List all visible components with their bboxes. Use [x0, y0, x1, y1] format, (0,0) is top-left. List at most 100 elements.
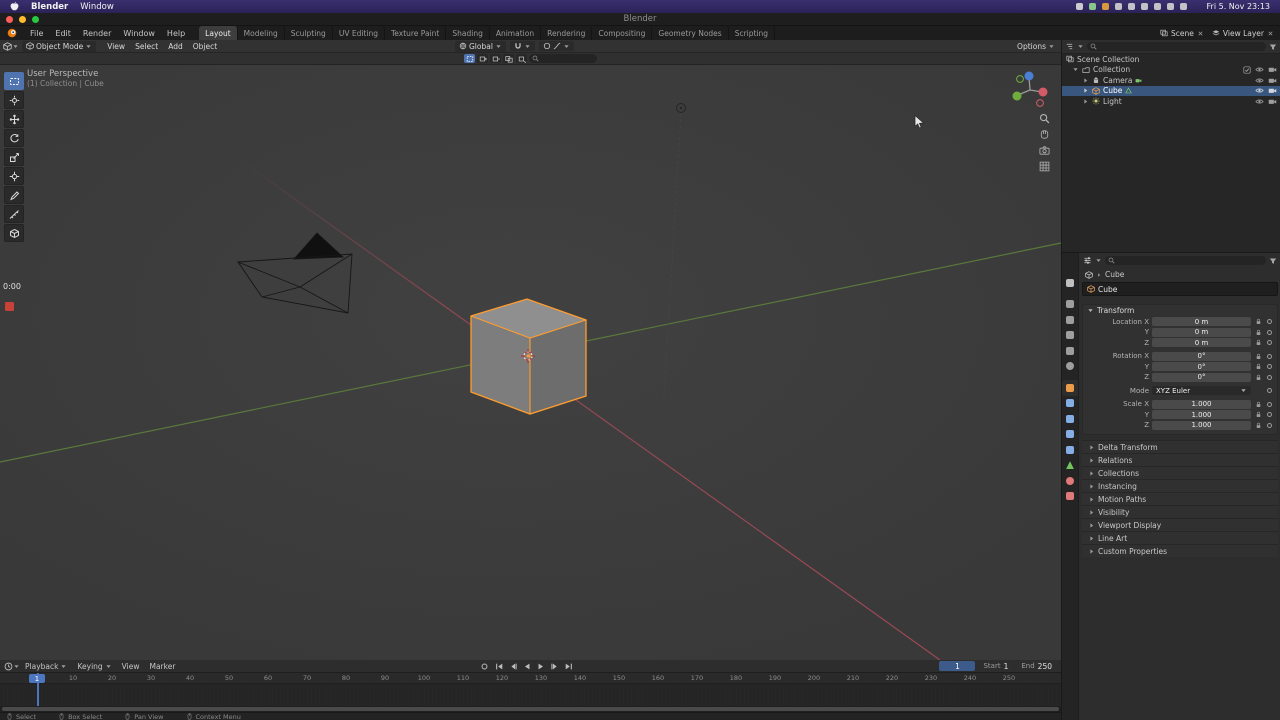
animate-decorator[interactable]: [1266, 401, 1273, 407]
properties-tab[interactable]: [1062, 473, 1078, 489]
workspace-tab[interactable]: Scripting: [729, 26, 776, 40]
field-value[interactable]: 0 m: [1152, 338, 1251, 348]
properties-tab[interactable]: [1062, 343, 1078, 359]
disable-render-icon[interactable]: [1268, 65, 1277, 74]
menubar-status-icon[interactable]: [1140, 3, 1148, 10]
tool-scale[interactable]: [4, 148, 24, 166]
macos-clock[interactable]: Fri 5. Nov 23:13: [1207, 2, 1270, 11]
field-value[interactable]: 1.000: [1152, 399, 1251, 409]
proportional-editing-toggle[interactable]: [538, 41, 574, 51]
chevron-right-icon[interactable]: [1082, 98, 1089, 105]
tool-box-select[interactable]: [4, 72, 24, 90]
zoom-icon[interactable]: [1039, 113, 1050, 124]
field-value[interactable]: 1.000: [1152, 410, 1251, 420]
panel-header[interactable]: Line Art: [1082, 531, 1278, 544]
outliner-search-input[interactable]: [1087, 42, 1266, 51]
navigation-gizmo[interactable]: [1006, 66, 1054, 114]
workspace-tab[interactable]: Sculpting: [285, 26, 333, 40]
disable-render-icon[interactable]: [1268, 76, 1277, 85]
jump-to-end-button[interactable]: [562, 661, 575, 672]
tool-rotate[interactable]: [4, 129, 24, 147]
lock-icon[interactable]: [1254, 363, 1263, 370]
disable-render-icon[interactable]: [1268, 97, 1277, 106]
camera-object[interactable]: [237, 232, 353, 314]
workspace-tab[interactable]: Modeling: [238, 26, 285, 40]
properties-tab[interactable]: [1062, 359, 1078, 375]
outliner-row-cube[interactable]: Cube: [1062, 85, 1280, 96]
hide-eye-icon[interactable]: [1255, 76, 1264, 85]
macos-app-menu[interactable]: Blender: [31, 2, 68, 12]
workspace-tab[interactable]: Texture Paint: [385, 26, 447, 40]
lock-icon[interactable]: [1254, 339, 1263, 346]
properties-editor-icon[interactable]: [1083, 256, 1092, 265]
menubar-status-icon[interactable]: [1179, 3, 1187, 10]
tool-transform[interactable]: [4, 167, 24, 185]
animate-decorator[interactable]: [1266, 364, 1273, 370]
properties-tab[interactable]: [1062, 442, 1078, 458]
menubar-status-icon[interactable]: [1127, 3, 1135, 10]
lock-icon[interactable]: [1254, 353, 1263, 360]
lock-icon[interactable]: [1254, 411, 1263, 418]
lock-icon[interactable]: [1254, 318, 1263, 325]
timeline-track[interactable]: [0, 684, 1061, 706]
menubar-status-icon[interactable]: [1153, 3, 1161, 10]
lock-icon[interactable]: [1254, 329, 1263, 336]
animate-decorator[interactable]: [1266, 340, 1273, 346]
blender-logo-menu[interactable]: [0, 26, 24, 40]
gizmo-x-axis[interactable]: [1038, 87, 1048, 97]
menu-item[interactable]: View: [102, 42, 130, 51]
menu-item[interactable]: Window: [117, 26, 161, 40]
properties-tab[interactable]: [1062, 380, 1078, 396]
panel-header[interactable]: Motion Paths: [1082, 492, 1278, 505]
view-layer-selector[interactable]: View Layer: [1212, 29, 1274, 38]
current-frame-field[interactable]: 1: [939, 661, 976, 671]
animate-decorator[interactable]: [1266, 353, 1273, 359]
menubar-status-icon[interactable]: [1166, 3, 1174, 10]
select-extend-button[interactable]: [477, 54, 488, 63]
properties-tab[interactable]: [1062, 275, 1078, 291]
menubar-status-icon[interactable]: [1114, 3, 1122, 10]
select-subtract-button[interactable]: [490, 54, 501, 63]
timeline-editor-icon[interactable]: [4, 662, 13, 671]
field-value[interactable]: 0 m: [1152, 327, 1251, 337]
macos-window-menu[interactable]: Window: [80, 2, 114, 12]
workspace-tab[interactable]: Geometry Nodes: [652, 26, 729, 40]
properties-tab[interactable]: [1062, 489, 1078, 505]
select-intersect-button[interactable]: [516, 54, 527, 63]
animate-decorator[interactable]: [1266, 388, 1273, 394]
mode-selector[interactable]: Object Mode: [22, 40, 97, 52]
field-value[interactable]: 1.000: [1152, 420, 1251, 430]
lock-icon[interactable]: [1254, 401, 1263, 408]
menu-item[interactable]: Render: [77, 26, 117, 40]
animate-decorator[interactable]: [1266, 319, 1273, 325]
gizmo-axis-negative[interactable]: [1016, 75, 1024, 83]
outliner-row-collection[interactable]: Collection: [1062, 65, 1280, 76]
auto-key-button[interactable]: [478, 661, 491, 672]
animate-decorator[interactable]: [1266, 374, 1273, 380]
gizmo-y-axis[interactable]: [1012, 91, 1022, 101]
panel-header[interactable]: Delta Transform: [1082, 440, 1278, 453]
tool-measure[interactable]: [4, 205, 24, 223]
tool-move[interactable]: [4, 110, 24, 128]
snapping-toggle[interactable]: [509, 41, 535, 51]
apple-menu[interactable]: [10, 1, 19, 12]
panel-header[interactable]: Relations: [1082, 453, 1278, 466]
menu-item[interactable]: Select: [130, 42, 163, 51]
animate-decorator[interactable]: [1266, 422, 1273, 428]
playback-menu[interactable]: Playback: [20, 662, 72, 671]
disable-render-icon[interactable]: [1268, 86, 1277, 95]
panel-header[interactable]: Viewport Display: [1082, 518, 1278, 531]
editor-type-icon[interactable]: [3, 42, 12, 51]
field-value[interactable]: XYZ Euler: [1152, 386, 1251, 396]
panel-header[interactable]: Custom Properties: [1082, 544, 1278, 557]
outliner-row-scene-collection[interactable]: Scene Collection: [1062, 54, 1280, 65]
properties-tab[interactable]: [1062, 411, 1078, 427]
3d-viewport[interactable]: User Perspective (1) Collection | Cube 0…: [0, 65, 1061, 660]
camera-view-icon[interactable]: [1039, 145, 1050, 156]
workspace-tab[interactable]: Rendering: [541, 26, 593, 40]
select-set-button[interactable]: [464, 54, 475, 63]
timeline-ruler[interactable]: 1102030405060708090100110120130140150160…: [0, 673, 1061, 684]
workspace-tab[interactable]: Shading: [446, 26, 490, 40]
gizmo-z-axis[interactable]: [1024, 71, 1034, 81]
tool-cursor[interactable]: [4, 91, 24, 109]
